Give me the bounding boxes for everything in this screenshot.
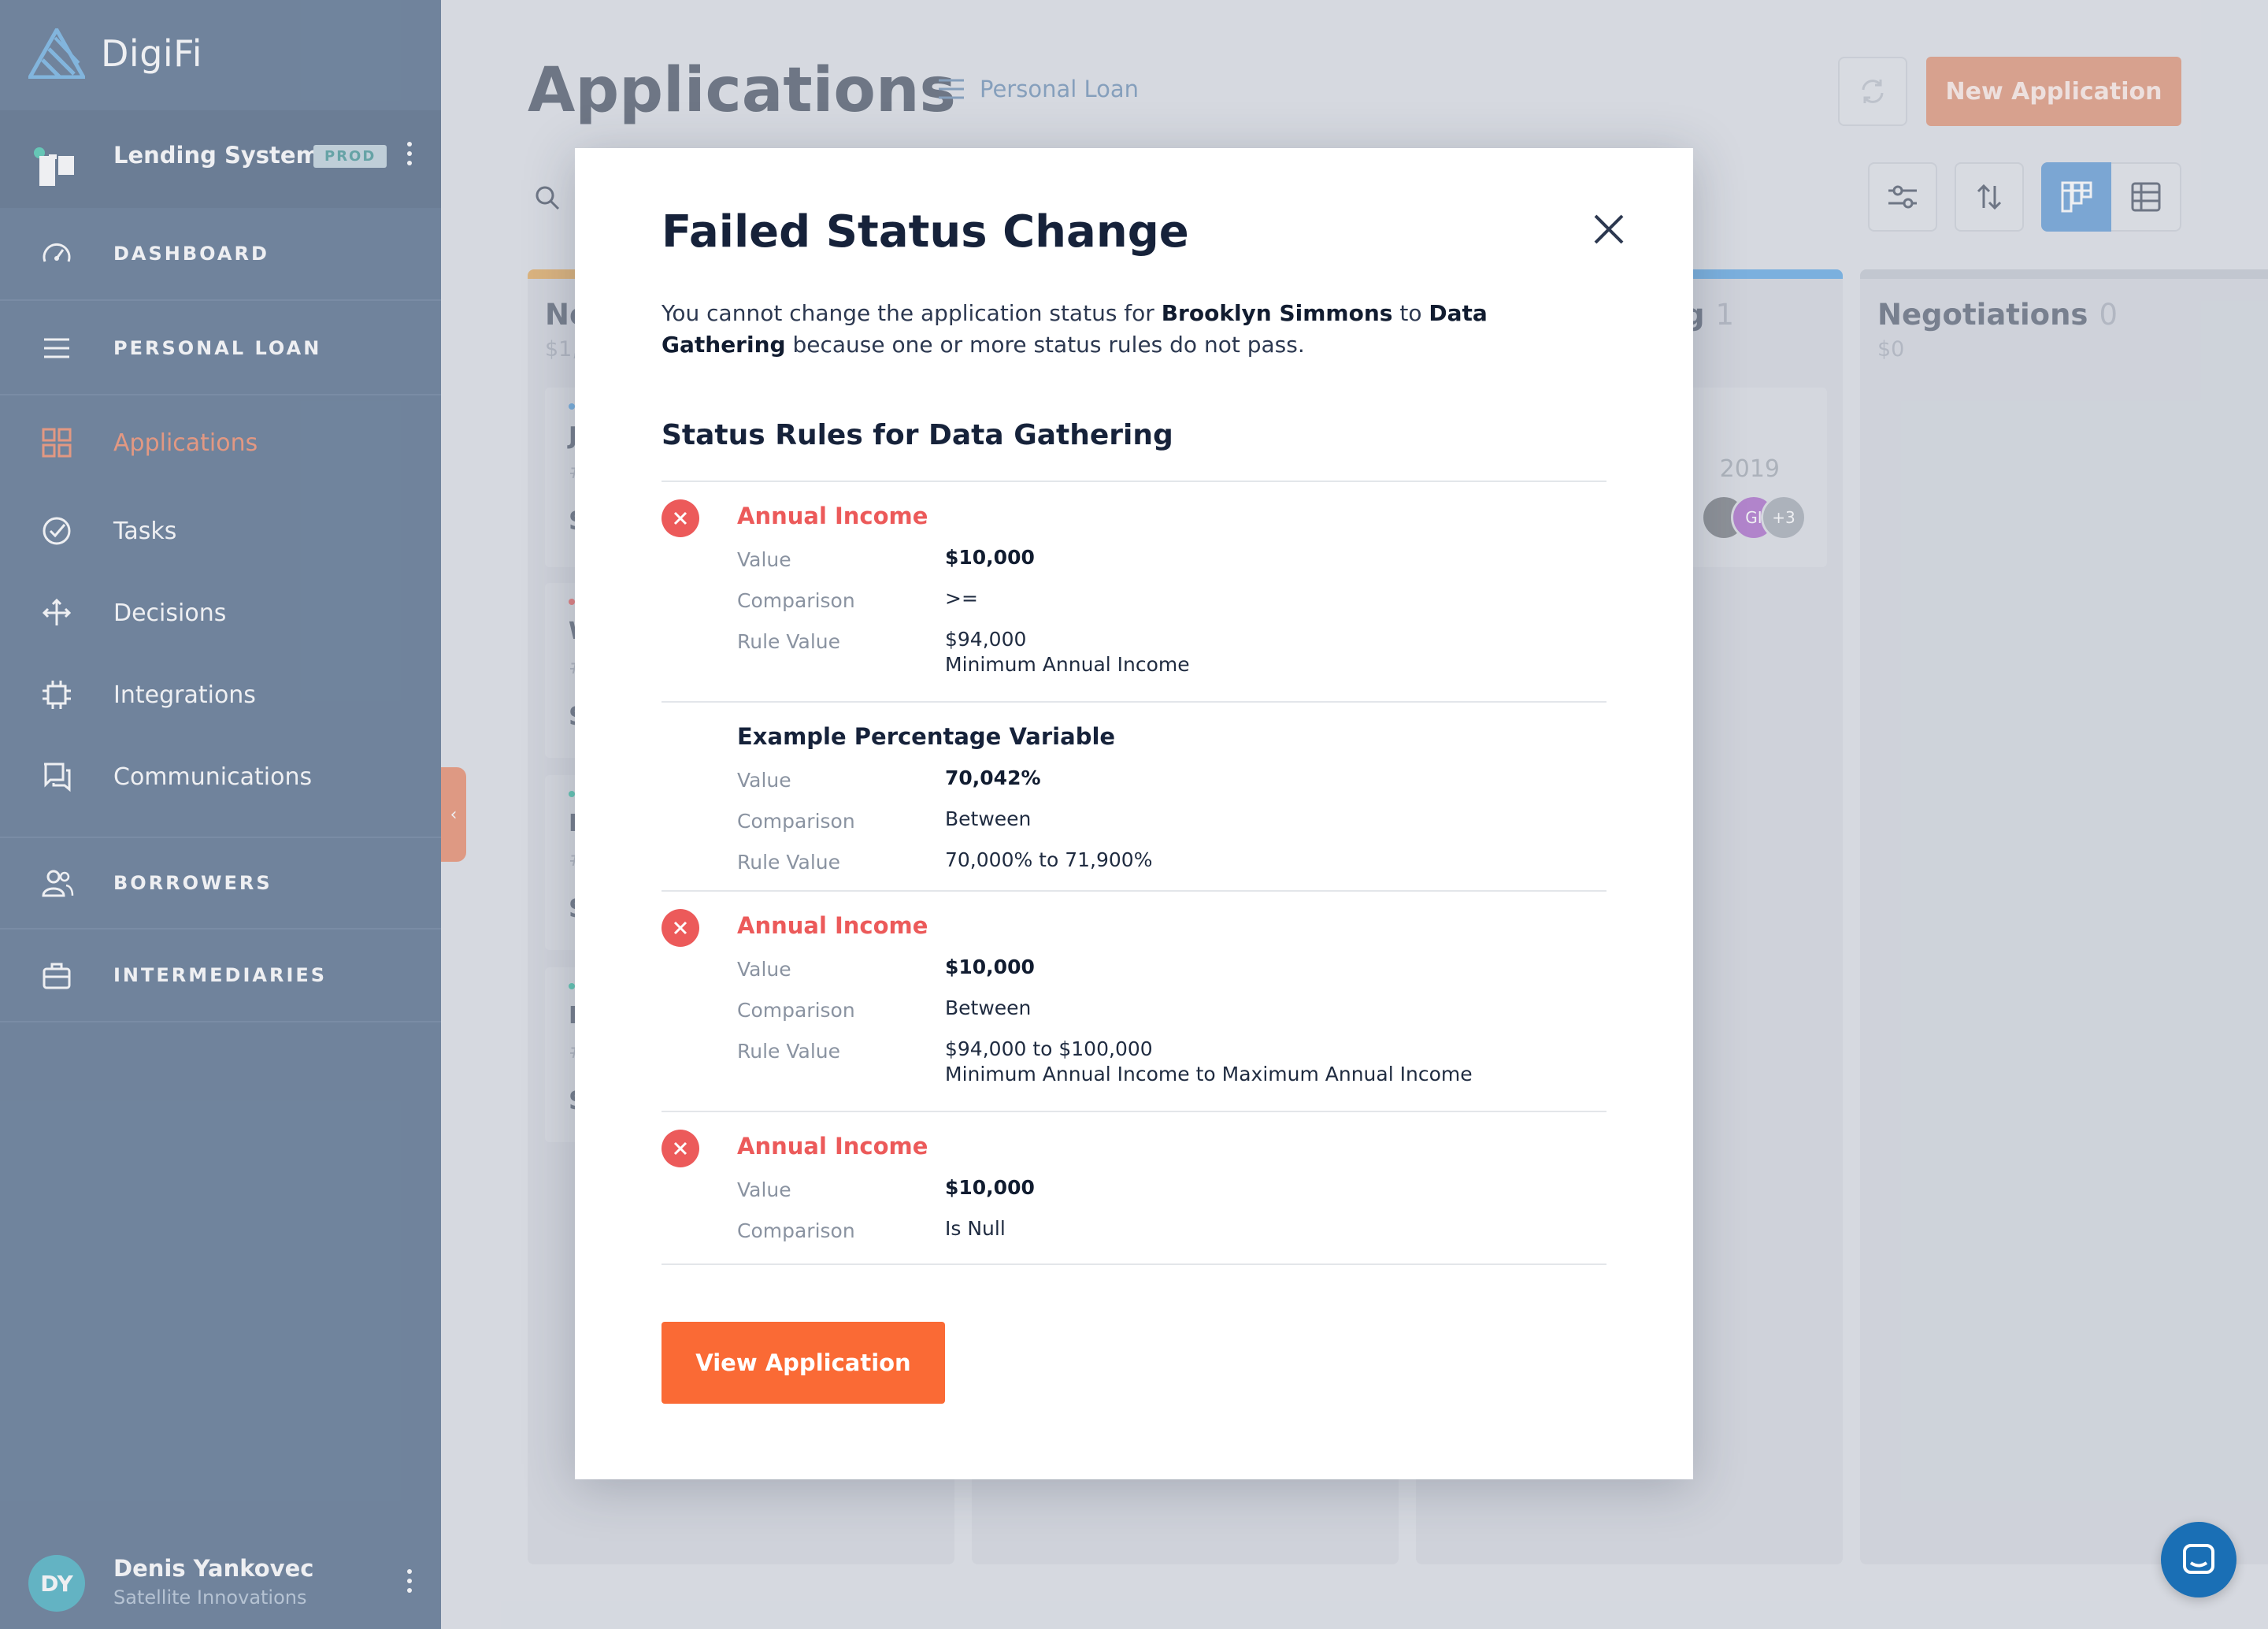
rule-name: Example Percentage Variable (737, 723, 1116, 750)
close-icon[interactable] (1591, 211, 1627, 247)
modal-title: Failed Status Change (662, 206, 1189, 258)
rule-name: Annual Income (737, 912, 928, 939)
rule-threshold-note: Minimum Annual Income (945, 653, 1190, 676)
failed-icon (662, 1130, 699, 1167)
rule-comparison: Is Null (945, 1217, 1006, 1240)
chat-bubble-icon (2183, 1544, 2214, 1574)
rule-value-label: Rule Value (737, 1040, 841, 1063)
failed-status-change-modal: Failed Status Change You cannot change t… (575, 148, 1693, 1479)
rule-comparison: Between (945, 996, 1032, 1019)
comparison-label: Comparison (737, 999, 855, 1022)
value-label: Value (737, 1178, 791, 1201)
rule-name: Annual Income (737, 1133, 928, 1160)
value-label: Value (737, 958, 791, 981)
comparison-label: Comparison (737, 1219, 855, 1242)
comparison-label: Comparison (737, 589, 855, 612)
status-rule: Example Percentage Variable Value 70,042… (662, 701, 1606, 890)
borrower-name: Brooklyn Simmons (1161, 300, 1393, 326)
modal-message: You cannot change the application status… (662, 300, 1488, 358)
status-rule: Annual Income Value $10,000 Comparison I… (662, 1111, 1606, 1263)
comparison-label: Comparison (737, 810, 855, 833)
value-label: Value (737, 769, 791, 792)
rule-actual-value: 70,042% (945, 766, 1041, 789)
rule-comparison: >= (945, 587, 978, 610)
rule-threshold: $94,000 (945, 628, 1027, 651)
rule-value-label: Rule Value (737, 851, 841, 874)
failed-icon (662, 499, 699, 537)
rule-name: Annual Income (737, 503, 928, 529)
rule-actual-value: $10,000 (945, 1176, 1035, 1199)
rule-value-label: Rule Value (737, 630, 841, 653)
support-chat-button[interactable] (2161, 1522, 2236, 1597)
rule-comparison: Between (945, 807, 1032, 830)
rule-threshold-note: Minimum Annual Income to Maximum Annual … (945, 1063, 1473, 1085)
rule-actual-value: $10,000 (945, 956, 1035, 978)
value-label: Value (737, 548, 791, 571)
status-rule: Annual Income Value $10,000 Comparison >… (662, 481, 1606, 701)
rules-title: Status Rules for Data Gathering (662, 419, 1173, 451)
rule-threshold: $94,000 to $100,000 (945, 1037, 1153, 1060)
rule-actual-value: $10,000 (945, 546, 1035, 569)
view-application-button[interactable]: View Application (662, 1322, 945, 1404)
failed-icon (662, 909, 699, 947)
status-rule: Annual Income Value $10,000 Comparison B… (662, 890, 1606, 1111)
divider (662, 1263, 1606, 1265)
rule-threshold: 70,000% to 71,900% (945, 848, 1153, 871)
